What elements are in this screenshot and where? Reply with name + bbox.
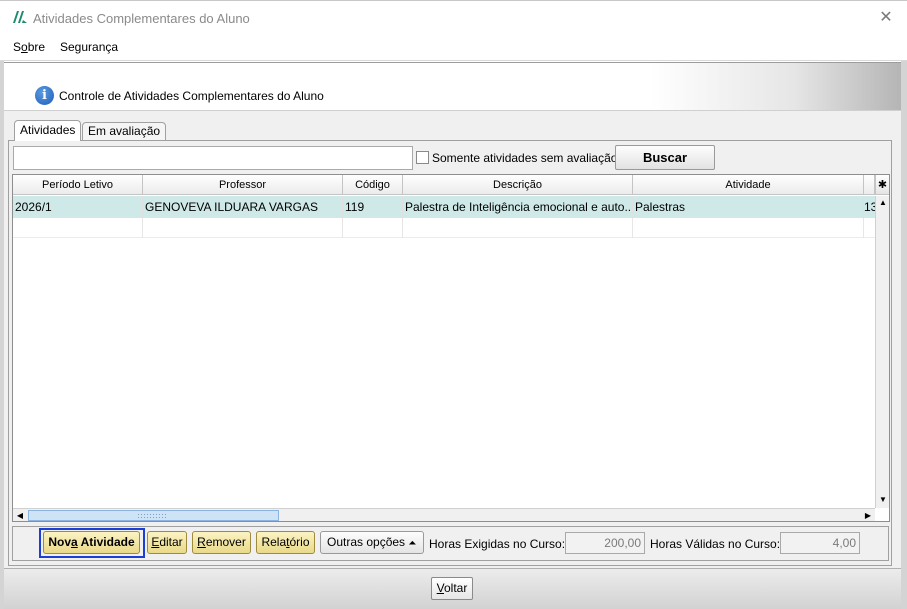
grid-line: [342, 218, 343, 238]
tab-em-avaliacao[interactable]: Em avaliação: [82, 122, 167, 140]
column-header-descricao[interactable]: Descrição: [403, 175, 633, 195]
voltar-mnemonic: V: [436, 581, 444, 595]
relatorio-label-1: Rela: [261, 535, 287, 549]
nova-atividade-button[interactable]: Nova Atividade: [43, 531, 140, 554]
horas-exigidas-field: 200,00: [565, 532, 645, 554]
column-header-codigo[interactable]: Código: [343, 175, 403, 195]
column-header-atividade[interactable]: Atividade: [633, 175, 864, 195]
filter-checkbox[interactable]: [416, 151, 429, 164]
activities-table: Período Letivo Professor Código Descriçã…: [12, 174, 890, 522]
horizontal-scroll-thumb[interactable]: [28, 510, 279, 521]
header-title: Controle de Atividades Complementares do…: [59, 89, 324, 103]
column-header-periodo[interactable]: Período Letivo: [13, 175, 143, 195]
editar-button[interactable]: Editar: [147, 531, 187, 554]
cell-extra: 13: [864, 200, 875, 214]
nova-label-1: Nov: [48, 535, 72, 549]
scroll-up-icon[interactable]: ▲: [876, 196, 889, 210]
column-header-professor[interactable]: Professor: [143, 175, 343, 195]
nova-label-2: Atividade: [77, 535, 135, 549]
relatorio-button[interactable]: Relatório: [256, 531, 315, 554]
window-right-edge: [901, 61, 907, 609]
grid-line: [142, 218, 143, 238]
editar-label: ditar: [159, 535, 183, 549]
tab-atividades[interactable]: Atividades: [14, 120, 82, 141]
table-row-empty: [13, 218, 875, 238]
search-button[interactable]: Buscar: [615, 145, 715, 170]
grid-line: [632, 218, 633, 238]
remover-button[interactable]: Remover: [192, 531, 251, 554]
menu-bar: Sobre Segurança: [0, 35, 907, 61]
scroll-down-icon[interactable]: ▼: [876, 493, 889, 507]
cell-descricao: Palestra de Inteligência emocional e aut…: [403, 196, 633, 218]
search-input[interactable]: [13, 146, 413, 170]
title-bar: Atividades Complementares do Aluno ✕: [0, 0, 907, 35]
app-logo-icon: [13, 11, 27, 23]
table-settings-icon[interactable]: ✱: [875, 175, 889, 195]
voltar-button[interactable]: Voltar: [431, 577, 473, 600]
menu-seguranca[interactable]: Segurança: [60, 40, 118, 54]
menu-sobre-mnemonic: o: [21, 40, 28, 54]
scroll-left-icon[interactable]: ◀: [13, 509, 27, 521]
cell-atividade: Palestras: [633, 196, 864, 218]
grid-line: [402, 218, 403, 238]
horas-exigidas-label: Horas Exigidas no Curso:: [429, 537, 566, 551]
relatorio-label-2: ório: [289, 535, 310, 549]
column-header-extra[interactable]: [864, 175, 875, 195]
cell-periodo: 2026/1: [13, 196, 143, 218]
horizontal-scrollbar[interactable]: ◀ ▶: [13, 508, 875, 521]
grid-line: [863, 218, 864, 238]
menu-sobre-label-1: S: [13, 40, 22, 54]
cell-codigo: 119: [343, 196, 403, 218]
nova-mnemonic: a: [71, 535, 78, 549]
remover-label: emover: [205, 535, 246, 549]
cell-professor: GENOVEVA ILDUARA VARGAS: [143, 196, 343, 218]
horas-validas-field: 4,00: [780, 532, 860, 554]
header-panel: i Controle de Atividades Complementares …: [4, 62, 901, 110]
voltar-label: oltar: [444, 581, 468, 595]
close-icon[interactable]: ✕: [874, 7, 898, 29]
vertical-scrollbar[interactable]: ▲ ▼: [875, 196, 889, 508]
outras-opcoes-label: Outras opções: [327, 535, 406, 549]
horas-validas-label: Horas Válidas no Curso:: [650, 537, 781, 551]
remover-mnemonic: R: [197, 535, 206, 549]
scroll-right-icon[interactable]: ▶: [861, 509, 875, 521]
outras-opcoes-button[interactable]: Outras opções ⏶: [320, 531, 424, 554]
window-title: Atividades Complementares do Aluno: [33, 11, 250, 26]
chevron-up-icon: ⏶: [408, 538, 417, 549]
menu-sobre[interactable]: Sobre: [13, 40, 45, 54]
menu-sobre-label-2: bre: [27, 40, 46, 54]
scroll-grip: [137, 513, 167, 519]
info-icon: i: [35, 86, 54, 105]
filter-checkbox-label: Somente atividades sem avaliação: [432, 151, 618, 165]
table-row[interactable]: 2026/1 GENOVEVA ILDUARA VARGAS 119 Pales…: [13, 196, 875, 218]
